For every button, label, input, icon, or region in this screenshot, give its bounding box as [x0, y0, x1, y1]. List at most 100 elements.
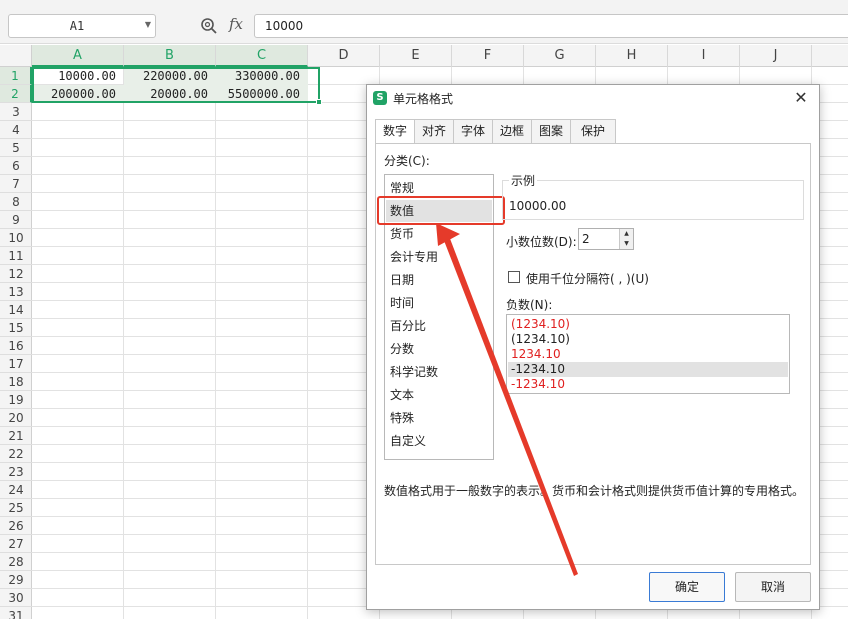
tab-5[interactable]: 保护 [570, 119, 616, 143]
row-header-31[interactable]: 31 [0, 607, 32, 619]
column-header-g[interactable]: G [524, 45, 596, 67]
stepper-down-icon[interactable]: ▼ [620, 239, 633, 249]
column-header-b[interactable]: B [124, 45, 216, 67]
row-header-2[interactable]: 2 [0, 85, 32, 103]
row-header-13[interactable]: 13 [0, 283, 32, 301]
row-header-26[interactable]: 26 [0, 517, 32, 535]
column-header-j[interactable]: J [740, 45, 812, 67]
select-all-corner[interactable] [0, 45, 32, 67]
decimal-places-value[interactable]: 2 [582, 232, 590, 246]
row-header-22[interactable]: 22 [0, 445, 32, 463]
row-header-bar: 1 2 3 4 5 6 7 8 9 10 11 12 13 14 15 16 17 18 19 20 21 22 23 24 2… [0, 67, 32, 619]
tab-0[interactable]: 数字 [375, 119, 415, 144]
negative-numbers-list[interactable]: (1234.10) (1234.10) 1234.10 -1234.10 -1234.1… [506, 314, 790, 394]
row-header-27[interactable]: 27 [0, 535, 32, 553]
selection-range [32, 67, 322, 105]
negative-option[interactable]: -1234.10 [508, 362, 788, 377]
negative-option[interactable]: 1234.10 [508, 347, 788, 362]
row-header-12[interactable]: 12 [0, 265, 32, 283]
column-header-a[interactable]: A [32, 45, 124, 67]
gridline [215, 67, 216, 619]
column-header-e[interactable]: E [380, 45, 452, 67]
column-header-c[interactable]: C [216, 45, 308, 67]
tab-1[interactable]: 对齐 [414, 119, 454, 143]
row-header-10[interactable]: 10 [0, 229, 32, 247]
sample-group: 示例 10000.00 [502, 172, 804, 220]
fx-icon[interactable]: fx [229, 15, 243, 33]
row-header-17[interactable]: 17 [0, 355, 32, 373]
fill-handle[interactable] [316, 99, 322, 105]
category-item[interactable]: 自定义 [386, 430, 492, 452]
row-header-21[interactable]: 21 [0, 427, 32, 445]
tab-2[interactable]: 字体 [453, 119, 493, 143]
column-header-f[interactable]: F [452, 45, 524, 67]
category-item[interactable]: 会计专用 [386, 246, 492, 268]
stepper-up-icon[interactable]: ▲ [620, 229, 633, 239]
close-icon[interactable]: ✕ [793, 88, 809, 107]
row-header-14[interactable]: 14 [0, 301, 32, 319]
row-header-30[interactable]: 30 [0, 589, 32, 607]
dialog-titlebar[interactable]: S 单元格格式 ✕ [367, 85, 819, 111]
name-box[interactable]: A1 ▼ [8, 14, 156, 38]
row-header-24[interactable]: 24 [0, 481, 32, 499]
category-item[interactable]: 特殊 [386, 407, 492, 429]
tab-4[interactable]: 图案 [531, 119, 571, 143]
column-header-bar: ABCDEFGHIJ [0, 45, 848, 67]
thousand-separator-checkbox[interactable] [508, 271, 520, 283]
thousand-separator-label[interactable]: 使用千位分隔符( , )(U) [526, 270, 649, 287]
category-item[interactable]: 货币 [386, 223, 492, 245]
row-header-5[interactable]: 5 [0, 139, 32, 157]
row-header-28[interactable]: 28 [0, 553, 32, 571]
row-header-4[interactable]: 4 [0, 121, 32, 139]
category-label: 分类(C): [384, 154, 430, 168]
row-header-20[interactable]: 20 [0, 409, 32, 427]
sample-value: 10000.00 [509, 199, 567, 213]
row-header-1[interactable]: 1 [0, 67, 32, 85]
column-header-i[interactable]: I [668, 45, 740, 67]
name-box-value: A1 [69, 19, 85, 33]
negative-option[interactable]: (1234.10) [508, 332, 788, 347]
row-header-15[interactable]: 15 [0, 319, 32, 337]
gridline [123, 67, 124, 619]
zoom-icon[interactable] [200, 17, 218, 35]
tab-3[interactable]: 边框 [492, 119, 532, 143]
format-cells-dialog: S 单元格格式 ✕ 数字 对齐 字体 边框 图案 保护 分类(C): 常规 数值 货币 会计专用… [366, 84, 820, 610]
negative-option[interactable]: -1234.10 [508, 377, 788, 392]
row-header-7[interactable]: 7 [0, 175, 32, 193]
format-description: 数值格式用于一般数字的表示。货币和会计格式则提供货币值计算的专用格式。 [384, 484, 805, 498]
app-logo-icon: S [373, 91, 387, 105]
row-header-9[interactable]: 9 [0, 211, 32, 229]
stepper-buttons: ▲ ▼ [619, 229, 633, 249]
category-item[interactable]: 文本 [386, 384, 492, 406]
row-header-18[interactable]: 18 [0, 373, 32, 391]
decimal-places-stepper[interactable]: 2 ▲ ▼ [578, 228, 634, 250]
negative-option[interactable]: (1234.10) [508, 317, 788, 332]
category-item[interactable]: 日期 [386, 269, 492, 291]
category-item[interactable]: 科学记数 [386, 361, 492, 383]
dialog-title: 单元格格式 [393, 92, 454, 106]
category-list[interactable]: 常规 数值 货币 会计专用 日期 时间 百分比 分数 科学记数 文本 特殊 自定义 [377, 174, 505, 460]
row-header-23[interactable]: 23 [0, 463, 32, 481]
row-header-6[interactable]: 6 [0, 157, 32, 175]
column-header-d[interactable]: D [308, 45, 380, 67]
row-header-16[interactable]: 16 [0, 337, 32, 355]
category-item[interactable]: 百分比 [386, 315, 492, 337]
sample-label: 示例 [509, 172, 538, 189]
row-header-8[interactable]: 8 [0, 193, 32, 211]
category-item[interactable]: 时间 [386, 292, 492, 314]
cancel-button[interactable]: 取消 [735, 572, 811, 602]
decimal-places-label: 小数位数(D): [506, 235, 577, 249]
gridline [307, 67, 308, 619]
ok-button[interactable]: 确定 [649, 572, 725, 602]
row-header-11[interactable]: 11 [0, 247, 32, 265]
row-header-19[interactable]: 19 [0, 391, 32, 409]
negative-numbers-label: 负数(N): [506, 298, 553, 312]
row-header-25[interactable]: 25 [0, 499, 32, 517]
category-item[interactable]: 分数 [386, 338, 492, 360]
formula-input[interactable]: 10000 [254, 14, 848, 38]
chevron-down-icon[interactable]: ▼ [145, 20, 151, 29]
row-header-3[interactable]: 3 [0, 103, 32, 121]
row-header-29[interactable]: 29 [0, 571, 32, 589]
column-header-h[interactable]: H [596, 45, 668, 67]
formula-bar: A1 ▼ fx 10000 [0, 0, 848, 44]
